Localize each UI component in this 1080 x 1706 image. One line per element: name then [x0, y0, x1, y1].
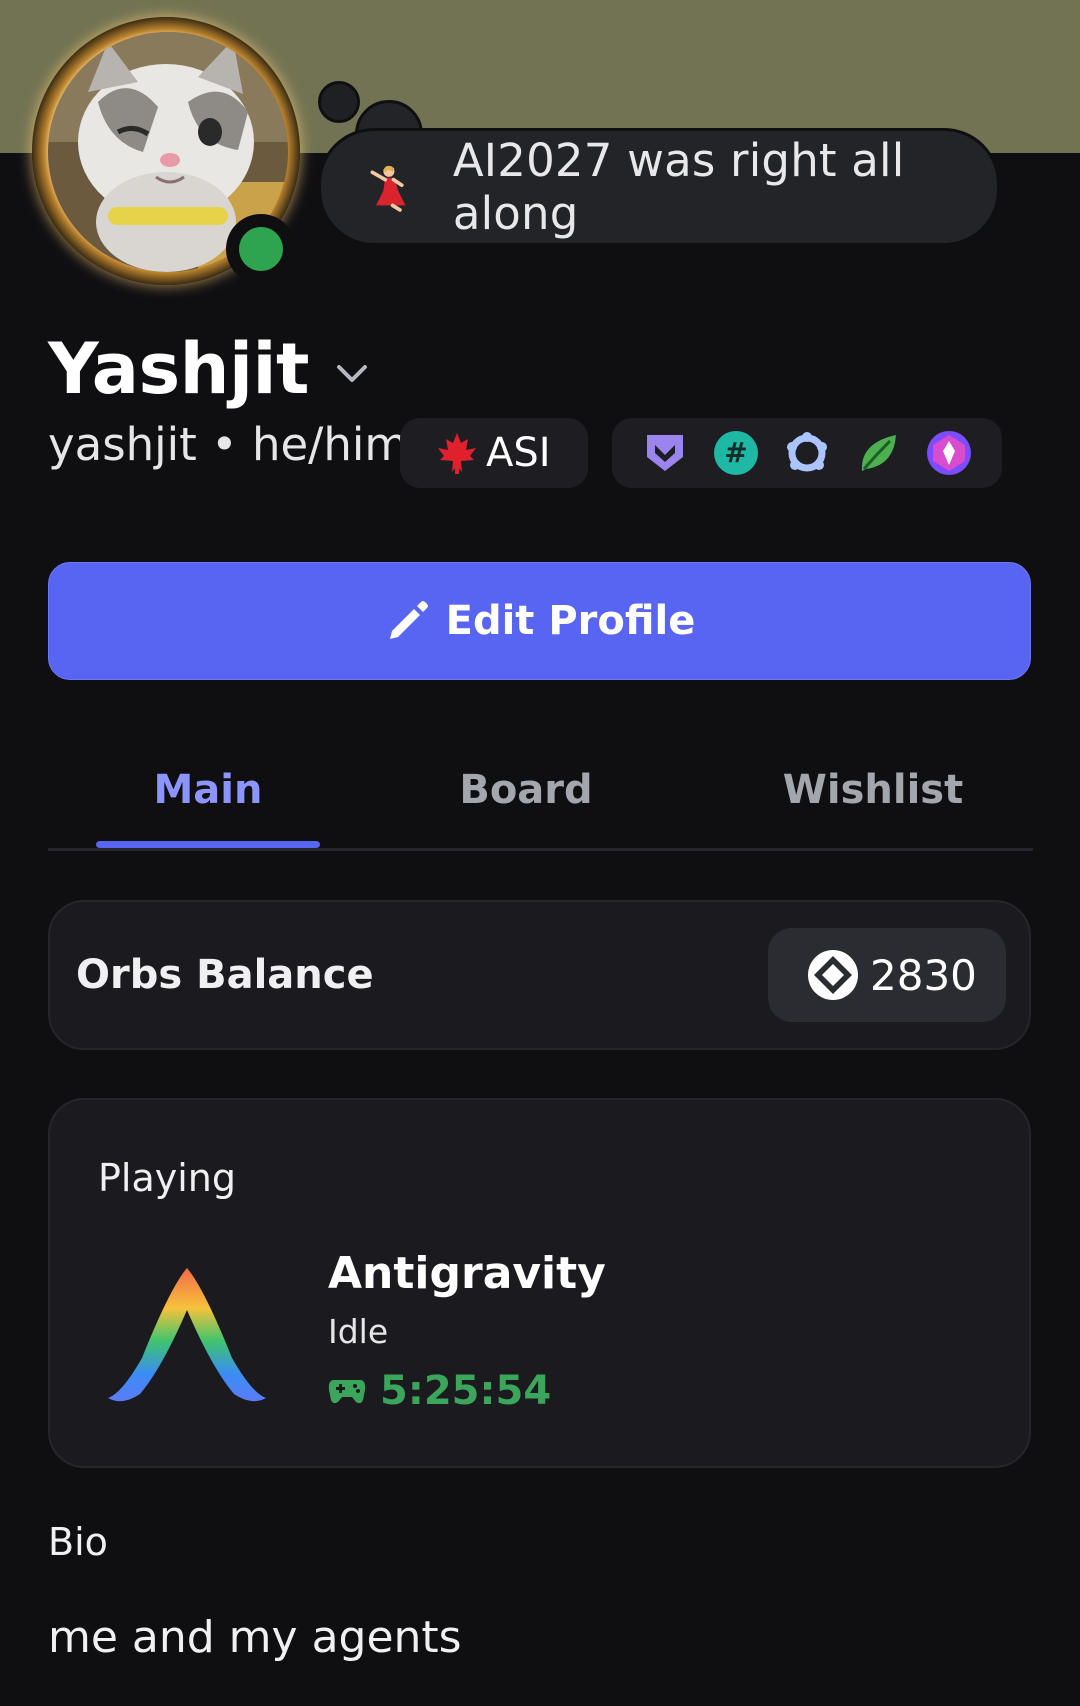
game-name: Antigravity — [328, 1248, 606, 1299]
dancer-emoji-icon — [370, 165, 406, 212]
edit-profile-button[interactable]: Edit Profile — [48, 562, 1031, 680]
pencil-icon — [389, 601, 428, 639]
custom-status-bubble[interactable]: AI2027 was right all along — [318, 128, 1000, 246]
hashtag-badge-icon[interactable]: # — [712, 429, 760, 477]
hypesquad-badge-icon[interactable] — [641, 429, 689, 477]
display-name: Yashjit — [48, 328, 309, 410]
orbs-balance-card[interactable]: Orbs Balance 2830 — [48, 900, 1031, 1050]
maple-leaf-icon — [438, 433, 476, 474]
quest-badge-icon[interactable] — [783, 429, 831, 477]
tab-wishlist[interactable]: Wishlist — [738, 740, 1008, 840]
badge-list: # — [612, 418, 1002, 488]
custom-status-text: AI2027 was right all along — [452, 134, 905, 240]
server-tag-text: ASI — [486, 430, 551, 476]
username-row: yashjit • he/him — [48, 418, 408, 471]
game-state: Idle — [328, 1312, 389, 1351]
display-name-row[interactable]: Yashjit — [48, 328, 369, 410]
orb-badge-icon[interactable] — [925, 429, 973, 477]
orbs-balance-pill[interactable]: 2830 — [768, 928, 1006, 1022]
orbs-balance-value: 2830 — [870, 950, 977, 1000]
activity-heading: Playing — [98, 1156, 237, 1200]
online-status-icon — [239, 227, 283, 271]
tab-main[interactable]: Main — [96, 740, 320, 840]
bio-heading: Bio — [48, 1520, 108, 1564]
edit-profile-label: Edit Profile — [445, 598, 696, 644]
server-tag[interactable]: ASI — [400, 418, 588, 488]
orb-icon — [808, 950, 858, 1000]
orbs-balance-label: Orbs Balance — [76, 952, 374, 998]
username-pronouns: yashjit • he/him — [48, 418, 409, 471]
tabs-divider — [48, 848, 1033, 851]
active-tab-indicator — [96, 841, 320, 848]
tab-board[interactable]: Board — [406, 740, 646, 840]
play-time: 5:25:54 — [380, 1368, 552, 1414]
thought-bubble-dot — [318, 81, 360, 123]
svg-text:#: # — [724, 436, 747, 469]
game-controller-icon — [328, 1380, 366, 1404]
profile-tabs: Main Board Wishlist — [48, 740, 1033, 851]
bio-text: me and my agents — [48, 1612, 462, 1663]
play-time-row: 5:25:54 — [328, 1368, 551, 1414]
activity-card[interactable]: Playing Antigravity Idle 5:25:54 — [48, 1098, 1031, 1468]
leaf-badge-icon[interactable] — [854, 429, 902, 477]
chevron-down-icon[interactable] — [335, 363, 369, 385]
antigravity-app-icon — [108, 1268, 266, 1402]
